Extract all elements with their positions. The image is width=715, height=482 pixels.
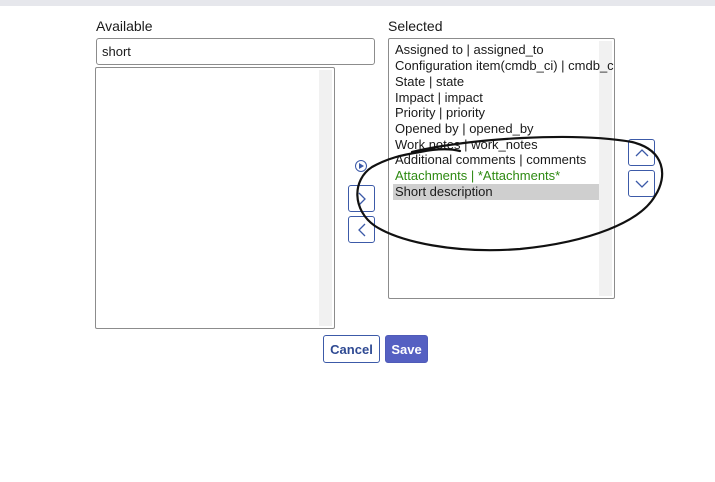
- chevron-left-icon: [357, 223, 365, 236]
- list-item-selected[interactable]: Short description: [393, 184, 599, 200]
- list-item[interactable]: Additional comments | comments: [395, 152, 586, 168]
- move-up-button[interactable]: [628, 139, 655, 166]
- available-filter-input[interactable]: [96, 38, 375, 65]
- add-button[interactable]: [348, 185, 375, 212]
- chevron-down-icon: [635, 180, 648, 188]
- list-item[interactable]: State | state: [395, 74, 464, 90]
- available-list[interactable]: [95, 67, 335, 329]
- play-circle-icon[interactable]: [355, 160, 367, 172]
- list-item[interactable]: Assigned to | assigned_to: [395, 42, 544, 58]
- selected-list-scrollbar[interactable]: [599, 41, 612, 296]
- cancel-button[interactable]: Cancel: [323, 335, 380, 363]
- selected-label: Selected: [388, 18, 443, 34]
- list-item[interactable]: Impact | impact: [395, 90, 483, 106]
- remove-button[interactable]: [348, 216, 375, 243]
- list-item[interactable]: Priority | priority: [395, 105, 485, 121]
- save-button[interactable]: Save: [385, 335, 428, 363]
- chevron-right-icon: [358, 192, 366, 205]
- list-item[interactable]: Configuration item(cmdb_ci) | cmdb_ci: [395, 58, 614, 74]
- available-label: Available: [96, 18, 153, 34]
- selected-list[interactable]: Assigned to | assigned_to Configuration …: [388, 38, 615, 299]
- list-item-highlighted[interactable]: Attachments | *Attachments*: [395, 168, 560, 184]
- move-down-button[interactable]: [628, 170, 655, 197]
- top-bar: [0, 0, 715, 6]
- available-list-scrollbar[interactable]: [319, 70, 332, 326]
- list-item[interactable]: Opened by | opened_by: [395, 121, 534, 137]
- list-item[interactable]: Work notes | work_notes: [395, 137, 538, 153]
- chevron-up-icon: [635, 148, 648, 156]
